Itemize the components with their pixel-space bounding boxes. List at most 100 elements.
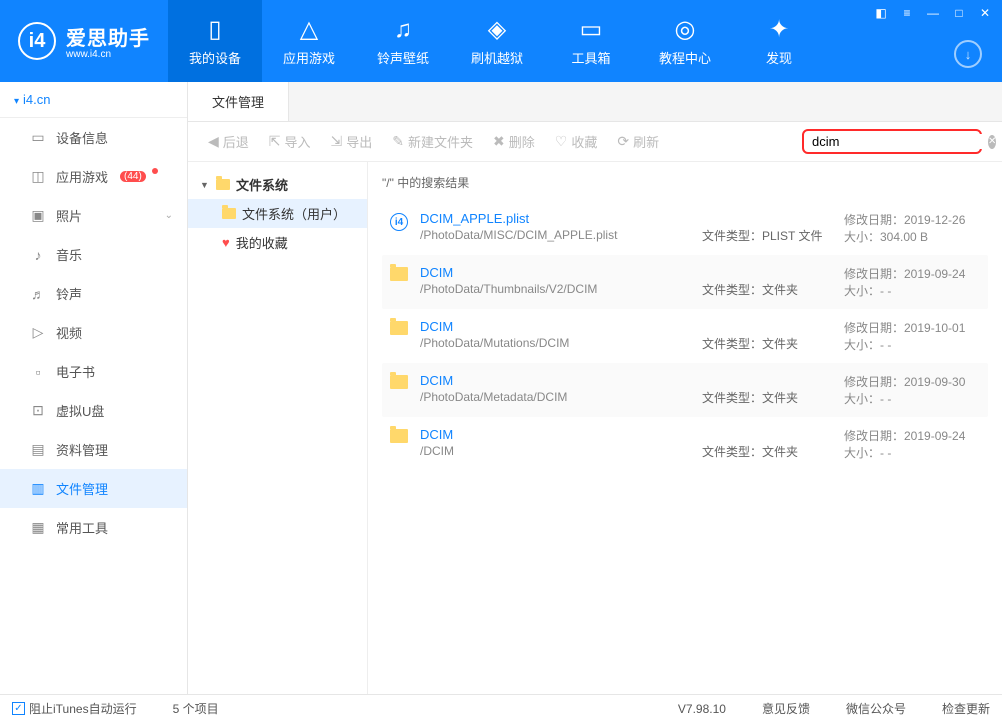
toolbar: ◀后退 ⇱导入 ⇲导出 ✎新建文件夹 ✖删除 ♡收藏 ⟳刷新 ✕ bbox=[188, 122, 1002, 162]
topnav-0[interactable]: ▯ 我的设备 bbox=[168, 0, 262, 82]
sidebar-label: 常用工具 bbox=[56, 518, 108, 537]
topnav-icon: ◎ bbox=[675, 15, 696, 44]
sidebar-icon: ◫ bbox=[30, 169, 46, 185]
toolbar-3[interactable]: ✎新建文件夹 bbox=[392, 132, 473, 151]
tree-row-0[interactable]: ▼文件系统 bbox=[188, 170, 367, 199]
toolbar-icon: ◀ bbox=[208, 133, 219, 150]
result-name: DCIM bbox=[420, 427, 690, 442]
menu-icon[interactable]: ≡ bbox=[898, 6, 916, 20]
result-type: 文件类型：文件夹 bbox=[702, 265, 832, 298]
result-path: /PhotoData/Thumbnails/V2/DCIM bbox=[420, 282, 690, 296]
topnav-icon: ▯ bbox=[208, 15, 221, 44]
maximize-icon[interactable]: □ bbox=[950, 6, 968, 20]
sidebar-item-10[interactable]: ▦常用工具 bbox=[0, 508, 187, 547]
sidebar-label: 音乐 bbox=[56, 245, 82, 264]
topnav-label: 工具箱 bbox=[571, 48, 610, 67]
topnav-1[interactable]: △应用游戏 bbox=[262, 0, 356, 82]
result-modified: 修改日期：2019-12-26 bbox=[844, 211, 980, 228]
tab-file-management[interactable]: 文件管理 bbox=[188, 82, 289, 121]
topnav-label: 发现 bbox=[766, 48, 792, 67]
search-input[interactable] bbox=[812, 134, 988, 149]
tab-bar: 文件管理 bbox=[188, 82, 1002, 122]
heart-icon: ♥ bbox=[222, 235, 230, 250]
sidebar-item-2[interactable]: ▣照片⌄ bbox=[0, 196, 187, 235]
sidebar-item-4[interactable]: ♬铃声 bbox=[0, 274, 187, 313]
sidebar-root[interactable]: i4.cn bbox=[0, 82, 187, 118]
toolbar-6[interactable]: ⟳刷新 bbox=[617, 132, 659, 151]
topnav-2[interactable]: ♫ 铃声壁纸 bbox=[356, 0, 450, 82]
sidebar-item-0[interactable]: ▭设备信息 bbox=[0, 118, 187, 157]
result-name: DCIM bbox=[420, 265, 690, 280]
sidebar-label: 电子书 bbox=[56, 362, 95, 381]
result-size: 大小：- - bbox=[844, 282, 980, 299]
toolbar-5[interactable]: ♡收藏 bbox=[555, 132, 598, 151]
topnav-icon: ♫ bbox=[394, 16, 412, 44]
skin-icon[interactable]: ◧ bbox=[872, 6, 890, 20]
sidebar-item-3[interactable]: ♪ 音乐 bbox=[0, 235, 187, 274]
version-label: V7.98.10 bbox=[678, 702, 726, 716]
result-size: 大小：- - bbox=[844, 390, 980, 407]
item-count: 5 个项目 bbox=[173, 700, 219, 717]
topnav-3[interactable]: ◈刷机越狱 bbox=[450, 0, 544, 82]
sidebar-item-5[interactable]: ▷视频 bbox=[0, 313, 187, 352]
window-controls: ◧ ≡ — □ ✕ bbox=[872, 6, 994, 20]
tree-arrow-icon: ▼ bbox=[200, 180, 210, 190]
tree-row-1[interactable]: 文件系统（用户） bbox=[188, 199, 367, 228]
topnav-label: 教程中心 bbox=[659, 48, 711, 67]
result-size: 大小：304.00 B bbox=[844, 228, 980, 245]
result-row[interactable]: DCIM/PhotoData/Mutations/DCIM文件类型：文件夹修改日… bbox=[382, 309, 988, 363]
toolbar-2[interactable]: ⇲导出 bbox=[331, 132, 373, 151]
sidebar-item-7[interactable]: ⊡虚拟U盘 bbox=[0, 391, 187, 430]
wechat-link[interactable]: 微信公众号 bbox=[846, 700, 906, 717]
result-name: DCIM bbox=[420, 319, 690, 334]
tree-row-2[interactable]: ♥我的收藏 bbox=[188, 228, 367, 257]
sidebar-item-9[interactable]: ▥ 文件管理 bbox=[0, 469, 187, 508]
toolbar-1[interactable]: ⇱导入 bbox=[269, 132, 311, 151]
topnav-4[interactable]: ▭工具箱 bbox=[544, 0, 638, 82]
download-button[interactable]: ↓ bbox=[954, 40, 982, 68]
sidebar-item-6[interactable]: ▫电子书 bbox=[0, 352, 187, 391]
topnav-icon: ◈ bbox=[488, 15, 506, 44]
search-box: ✕ bbox=[802, 129, 982, 154]
result-row[interactable]: DCIM/PhotoData/Metadata/DCIM文件类型：文件夹修改日期… bbox=[382, 363, 988, 417]
results-pane: "/" 中的搜索结果 i4DCIM_APPLE.plist/PhotoData/… bbox=[368, 162, 1002, 694]
sidebar: i4.cn ▭设备信息◫应用游戏(44)▣照片⌄♪音乐♬铃声▷视频▫电子书⊡虚拟… bbox=[0, 82, 188, 694]
close-icon[interactable]: ✕ bbox=[976, 6, 994, 20]
clear-icon[interactable]: ✕ bbox=[988, 135, 996, 149]
toolbar-icon: ✖ bbox=[493, 133, 505, 150]
minimize-icon[interactable]: — bbox=[924, 6, 942, 20]
toolbar-4[interactable]: ✖删除 bbox=[493, 132, 535, 151]
result-row[interactable]: DCIM/DCIM文件类型：文件夹修改日期：2019-09-24大小：- - bbox=[382, 417, 988, 471]
topnav-label: 铃声壁纸 bbox=[377, 48, 429, 67]
itunes-label: 阻止iTunes自动运行 bbox=[29, 700, 137, 717]
result-name: DCIM_APPLE.plist bbox=[420, 211, 690, 226]
result-path: /DCIM bbox=[420, 444, 690, 458]
result-path: /PhotoData/MISC/DCIM_APPLE.plist bbox=[420, 228, 690, 242]
feedback-link[interactable]: 意见反馈 bbox=[762, 700, 810, 717]
toolbar-0[interactable]: ◀后退 bbox=[208, 132, 249, 151]
topnav-6[interactable]: ✦ 发现 bbox=[732, 0, 826, 82]
sidebar-label: 照片 bbox=[56, 206, 82, 225]
sidebar-icon: ♬ bbox=[30, 286, 46, 302]
app-title: 爱思助手 bbox=[66, 22, 150, 51]
sidebar-label: 文件管理 bbox=[56, 479, 108, 498]
topnav-icon: ✦ bbox=[769, 15, 789, 44]
result-modified: 修改日期：2019-09-30 bbox=[844, 373, 980, 390]
result-path: /PhotoData/Metadata/DCIM bbox=[420, 390, 690, 404]
toolbar-label: 新建文件夹 bbox=[408, 132, 473, 151]
update-link[interactable]: 检查更新 bbox=[942, 700, 990, 717]
sidebar-icon: ▣ bbox=[30, 208, 46, 224]
topnav-5[interactable]: ◎ 教程中心 bbox=[638, 0, 732, 82]
sidebar-label: 资料管理 bbox=[56, 440, 108, 459]
sidebar-item-8[interactable]: ▤资料管理 bbox=[0, 430, 187, 469]
result-path: /PhotoData/Mutations/DCIM bbox=[420, 336, 690, 350]
sidebar-label: 视频 bbox=[56, 323, 82, 342]
toolbar-icon: ✎ bbox=[392, 133, 404, 150]
result-row[interactable]: i4DCIM_APPLE.plist/PhotoData/MISC/DCIM_A… bbox=[382, 201, 988, 255]
topnav-label: 我的设备 bbox=[189, 48, 241, 67]
sidebar-icon: ▥ bbox=[30, 481, 46, 497]
itunes-checkbox[interactable]: ✓ bbox=[12, 702, 25, 715]
sidebar-item-1[interactable]: ◫应用游戏(44) bbox=[0, 157, 187, 196]
sidebar-icon: ♪ bbox=[30, 247, 46, 263]
result-row[interactable]: DCIM/PhotoData/Thumbnails/V2/DCIM 文件类型：文件… bbox=[382, 255, 988, 309]
